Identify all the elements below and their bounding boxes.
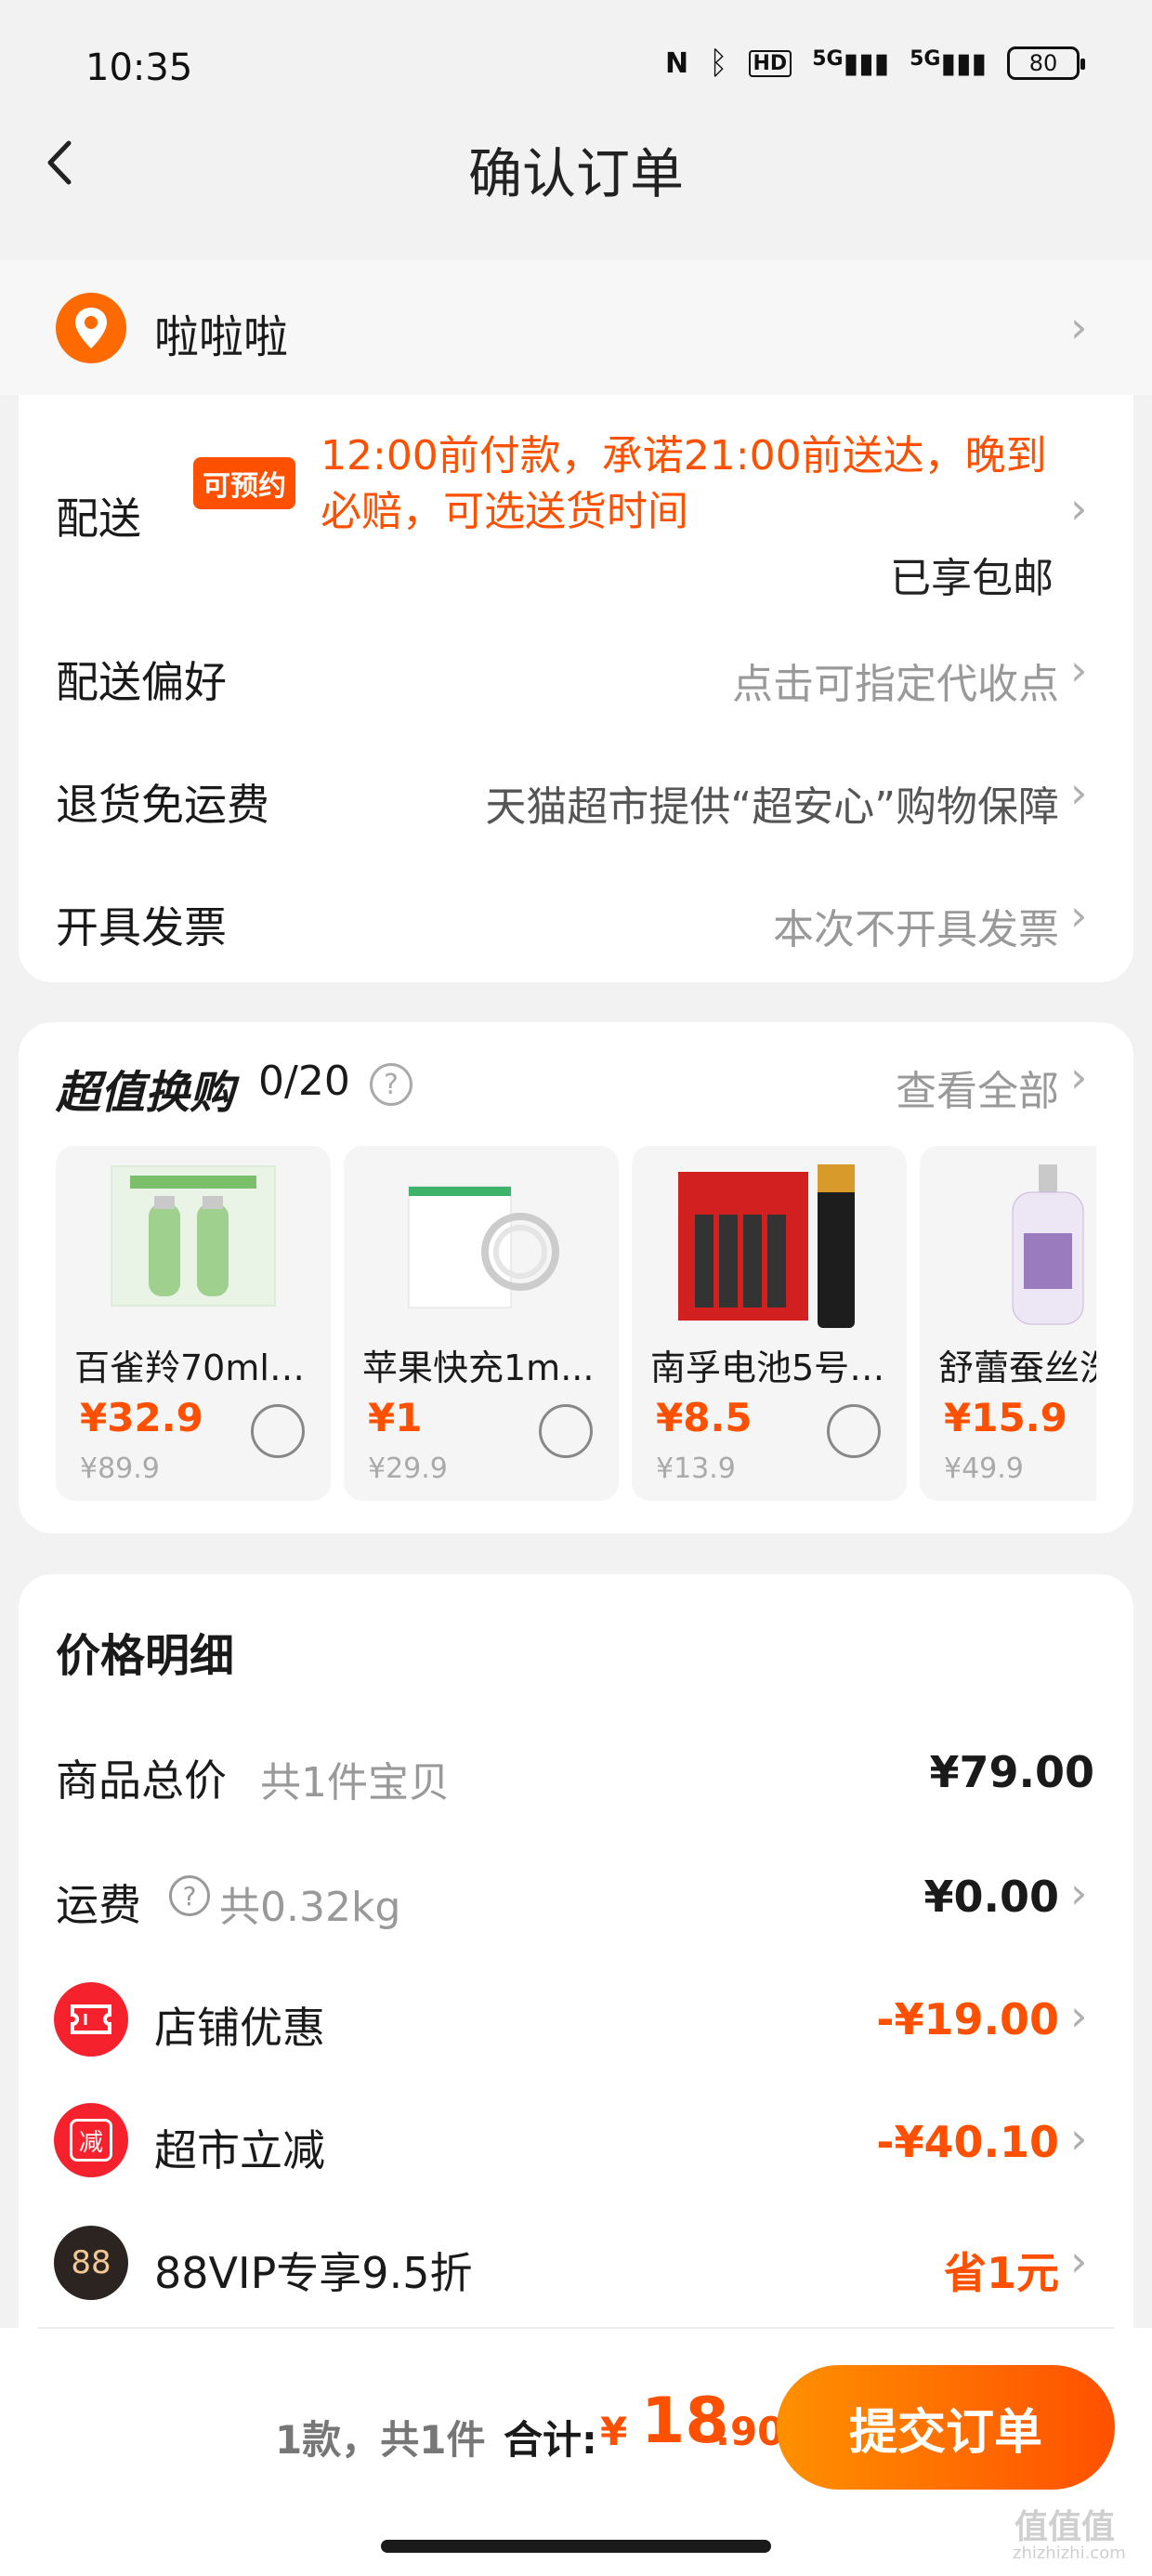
status-icons: N ᛒ HD 5G▮▮▮ 5G▮▮▮ 80 bbox=[664, 45, 1085, 82]
chevron-right-icon: › bbox=[1070, 768, 1088, 818]
chevron-right-icon: › bbox=[1070, 1991, 1088, 2041]
total-amount-dec: .90 bbox=[715, 2409, 785, 2454]
product-image bbox=[111, 1165, 276, 1307]
vip-discount-label: 88VIP专享9.5折 bbox=[154, 2248, 473, 2298]
select-radio[interactable] bbox=[827, 1404, 881, 1458]
chevron-right-icon: › bbox=[1070, 1052, 1088, 1102]
help-icon[interactable]: ? bbox=[370, 1063, 412, 1106]
store-discount-label: 店铺优惠 bbox=[154, 2003, 325, 2053]
delivery-promise-line1: 12:00前付款，承诺21:00前送达，晚到 bbox=[321, 432, 1047, 480]
vip-88-icon: 88 bbox=[54, 2226, 128, 2300]
product-original-price: ¥13.9 bbox=[656, 1452, 736, 1485]
exchange-product-card[interactable]: 百雀羚70ml水... ¥32.9 ¥89.9 bbox=[56, 1146, 331, 1501]
total-label: 合计: bbox=[504, 2417, 597, 2463]
return-shipping-label: 退货免运费 bbox=[56, 780, 269, 830]
ticket-shape bbox=[71, 2004, 111, 2034]
chevron-right-icon: › bbox=[1070, 2113, 1088, 2163]
product-price: ¥1 bbox=[368, 1395, 423, 1440]
5g-signal-icon: 5G▮▮▮ bbox=[812, 46, 890, 80]
chevron-right-icon: › bbox=[1070, 302, 1088, 352]
address-name: 啦啦啦 bbox=[154, 311, 289, 363]
freight-label: 运费 bbox=[56, 1880, 141, 1930]
product-name: 南孚电池5号4... bbox=[650, 1347, 901, 1388]
chevron-right-icon: › bbox=[1070, 890, 1088, 940]
free-shipping-note: 已享包邮 bbox=[890, 555, 1054, 602]
watermark-logo: 值值值 bbox=[1015, 2508, 1116, 2546]
goods-total-value: ¥79.00 bbox=[929, 1747, 1094, 1797]
exchange-product-card[interactable]: 苹果快充1m... ¥1 ¥29.9 bbox=[344, 1146, 619, 1501]
product-image bbox=[1012, 1164, 1084, 1325]
invoice-label: 开具发票 bbox=[56, 902, 227, 953]
product-price: ¥32.9 bbox=[80, 1395, 203, 1440]
submit-order-button[interactable]: 提交订单 bbox=[777, 2365, 1115, 2490]
divider bbox=[37, 2327, 1115, 2329]
product-price: ¥15.9 bbox=[944, 1395, 1067, 1440]
goods-total-sub: 共1件宝贝 bbox=[260, 1759, 450, 1807]
exchange-product-card[interactable]: 舒蕾蚕丝洗 ¥15.9 ¥49.9 bbox=[920, 1146, 1096, 1501]
discount-icon: 减 bbox=[54, 2103, 128, 2177]
return-shipping-value: 天猫超市提供“超安心”购物保障 bbox=[485, 783, 1059, 831]
reservable-badge: 可预约 bbox=[193, 457, 295, 509]
exchange-products-list: 百雀羚70ml水... ¥32.9 ¥89.9 苹果快充1m... ¥1 ¥29… bbox=[56, 1146, 1096, 1508]
product-original-price: ¥89.9 bbox=[80, 1452, 160, 1485]
chevron-right-icon: › bbox=[1070, 2236, 1088, 2286]
help-icon[interactable]: ? bbox=[169, 1875, 210, 1916]
watermark-text: zhizhizhi.com bbox=[1013, 2543, 1126, 2563]
item-count-text: 1款，共1件 bbox=[275, 2417, 486, 2463]
product-image bbox=[678, 1164, 855, 1328]
product-name: 舒蕾蚕丝洗 bbox=[938, 1347, 1096, 1388]
bluetooth-icon: ᛒ bbox=[709, 45, 728, 82]
view-all-link[interactable]: 查看全部 bbox=[896, 1058, 1059, 1117]
ticket-icon bbox=[54, 1982, 128, 2057]
delivery-preference-label: 配送偏好 bbox=[56, 657, 227, 707]
market-discount-label: 超市立减 bbox=[154, 2125, 325, 2175]
select-radio[interactable] bbox=[539, 1404, 593, 1458]
chevron-right-icon: › bbox=[1070, 1868, 1088, 1918]
battery-icon: 80 bbox=[1007, 46, 1085, 80]
5g-signal-icon: 5G▮▮▮ bbox=[910, 46, 987, 80]
location-pin-icon bbox=[56, 293, 126, 363]
chevron-right-icon[interactable]: › bbox=[1070, 483, 1087, 533]
exchange-count: 0/20 bbox=[258, 1058, 350, 1105]
nfc-icon: N bbox=[664, 46, 689, 80]
price-detail-title: 价格明细 bbox=[56, 1630, 235, 1682]
invoice-value: 本次不开具发票 bbox=[773, 906, 1059, 953]
select-radio[interactable] bbox=[251, 1404, 305, 1458]
product-image bbox=[408, 1186, 559, 1308]
goods-total-label: 商品总价 bbox=[56, 1755, 227, 1806]
discount-icon-inner: 减 bbox=[70, 2119, 112, 2162]
delivery-preference-value: 点击可指定代收点 bbox=[732, 661, 1059, 708]
market-discount-value: -¥40.10 bbox=[876, 2117, 1059, 2167]
product-price: ¥8.5 bbox=[656, 1395, 753, 1440]
exchange-product-card[interactable]: 南孚电池5号4... ¥8.5 ¥13.9 bbox=[632, 1146, 907, 1501]
product-name: 苹果快充1m... bbox=[362, 1347, 595, 1388]
hd-icon: HD bbox=[748, 49, 792, 77]
exchange-title: 超值换购 bbox=[56, 1067, 235, 1119]
product-name: 百雀羚70ml水... bbox=[74, 1347, 325, 1388]
freight-sub: 共0.32kg bbox=[219, 1884, 401, 1931]
freight-value: ¥0.00 bbox=[923, 1872, 1059, 1922]
product-original-price: ¥49.9 bbox=[944, 1452, 1024, 1485]
status-time: 10:35 bbox=[85, 46, 193, 89]
product-original-price: ¥29.9 bbox=[368, 1452, 448, 1485]
delivery-label: 配送 bbox=[56, 493, 141, 544]
page-title: 确认订单 bbox=[467, 142, 684, 205]
total-currency: ¥ bbox=[600, 2409, 628, 2454]
chevron-right-icon: › bbox=[1070, 645, 1088, 695]
home-indicator[interactable] bbox=[381, 2540, 771, 2553]
vip-discount-value: 省1元 bbox=[943, 2248, 1059, 2298]
store-discount-value: -¥19.00 bbox=[876, 1994, 1059, 2044]
delivery-promise-line2: 必赔，可选送货时间 bbox=[321, 488, 688, 535]
